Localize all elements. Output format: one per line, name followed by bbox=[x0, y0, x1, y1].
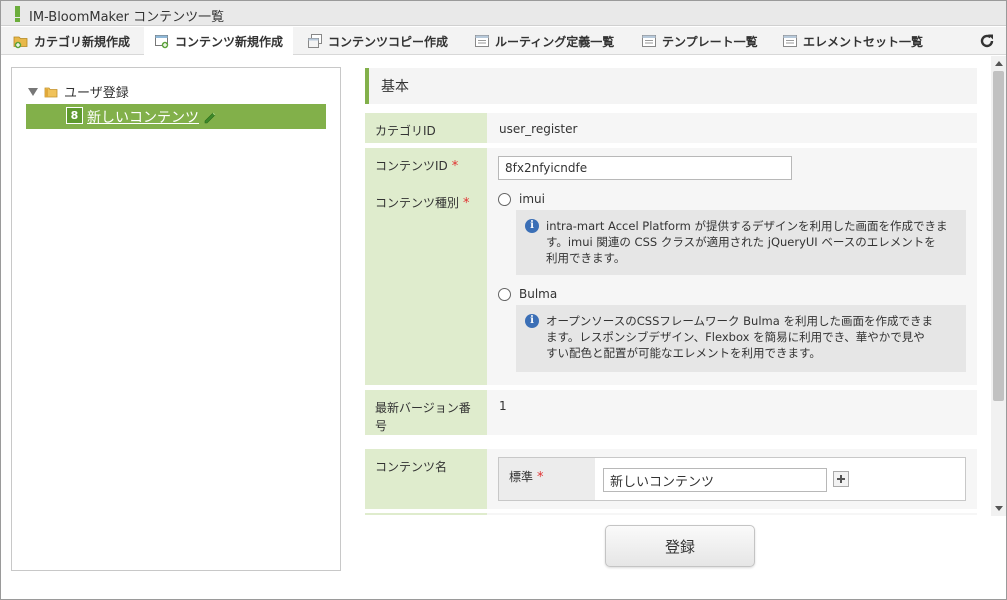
row-category-id: カテゴリID user_register bbox=[365, 113, 977, 143]
list-icon bbox=[642, 35, 656, 47]
category-id-value: user_register bbox=[499, 122, 578, 136]
copy-icon bbox=[308, 34, 322, 48]
info-icon: i bbox=[525, 219, 539, 233]
tree-node-selected[interactable]: 8 新しいコンテンツ bbox=[26, 104, 326, 129]
radio-imui[interactable]: imui bbox=[498, 192, 545, 206]
toolbar-content-copy[interactable]: コンテンツコピー作成 bbox=[307, 27, 448, 55]
toolbar-category-create[interactable]: カテゴリ新規作成 bbox=[13, 27, 130, 55]
latest-version-label: 最新バージョン番 号 bbox=[365, 390, 487, 435]
row-next bbox=[365, 513, 977, 515]
toolbar: カテゴリ新規作成 コンテンツ新規作成 コンテンツコピー作成 ルーティング定義一覧… bbox=[1, 27, 1006, 55]
reload-icon[interactable] bbox=[978, 32, 996, 50]
add-locale-icon[interactable] bbox=[833, 471, 849, 487]
toolbar-elementset-list[interactable]: エレメントセット一覧 bbox=[782, 27, 923, 55]
content-id-label: コンテンツID * bbox=[365, 148, 487, 185]
tree-node-root[interactable]: ユーザ登録 bbox=[28, 82, 129, 101]
tree-selected-label[interactable]: 新しいコンテンツ bbox=[87, 107, 199, 127]
list-icon bbox=[783, 35, 797, 47]
radio-button[interactable] bbox=[498, 192, 511, 206]
toolbar-label: ルーティング定義一覧 bbox=[495, 34, 615, 49]
folder-add-icon bbox=[13, 36, 28, 49]
scroll-up-icon[interactable] bbox=[995, 61, 1003, 66]
toolbar-content-create[interactable]: コンテンツ新規作成 bbox=[144, 27, 294, 55]
toolbar-label: コンテンツコピー作成 bbox=[328, 34, 449, 49]
content-name-group: 標準 * bbox=[498, 457, 966, 501]
folder-icon bbox=[44, 87, 58, 97]
info-bulma: i オープンソースのCSSフレームワーク Bulma を利用した画面を作成できま… bbox=[516, 305, 966, 372]
row-latest-version: 最新バージョン番 号 1 bbox=[365, 390, 977, 435]
window-title: IM-BloomMaker コンテンツ一覧 bbox=[29, 10, 225, 25]
locale-label: 標準 * bbox=[499, 458, 595, 500]
content-add-icon bbox=[155, 35, 169, 49]
register-button[interactable]: 登録 bbox=[605, 525, 755, 567]
toolbar-routing-list[interactable]: ルーティング定義一覧 bbox=[474, 27, 614, 55]
row-content-name: コンテンツ名 標準 * bbox=[365, 449, 977, 509]
section-title: 基本 bbox=[365, 68, 977, 104]
category-id-label: カテゴリID bbox=[365, 113, 487, 143]
content-id-input[interactable] bbox=[498, 156, 792, 180]
toolbar-label: テンプレート一覧 bbox=[662, 34, 758, 49]
toolbar-template-list[interactable]: テンプレート一覧 bbox=[641, 27, 758, 55]
toolbar-label: エレメントセット一覧 bbox=[803, 34, 924, 49]
required-mark: * bbox=[463, 196, 470, 211]
tree-root-label: ユーザ登録 bbox=[64, 86, 129, 101]
pencil-icon bbox=[204, 112, 216, 124]
scrollbar[interactable] bbox=[991, 56, 1006, 516]
required-mark: * bbox=[537, 470, 544, 485]
app-window: IM-BloomMaker コンテンツ一覧 カテゴリ新規作成 コンテンツ新規作成 bbox=[0, 0, 1007, 600]
content-name-label: コンテンツ名 bbox=[365, 449, 487, 509]
toolbar-label: カテゴリ新規作成 bbox=[34, 34, 131, 49]
row-content-id: コンテンツID * bbox=[365, 148, 977, 185]
toolbar-label: コンテンツ新規作成 bbox=[175, 34, 284, 49]
app-icon bbox=[15, 6, 20, 22]
title-bar: IM-BloomMaker コンテンツ一覧 bbox=[1, 1, 1006, 26]
scroll-thumb[interactable] bbox=[993, 71, 1004, 401]
expand-triangle-icon[interactable] bbox=[28, 87, 38, 96]
info-icon: i bbox=[525, 314, 539, 328]
category-tree: ユーザ登録 8 新しいコンテンツ bbox=[11, 67, 341, 571]
scroll-down-icon[interactable] bbox=[995, 506, 1003, 511]
latest-version-value: 1 bbox=[499, 399, 507, 413]
content-type-label: コンテンツ種別 * bbox=[365, 185, 487, 385]
content-type-badge: 8 bbox=[66, 107, 83, 124]
row-content-type: コンテンツ種別 * imui i intra-mart Accel Platfor… bbox=[365, 185, 977, 385]
content-form: カテゴリID user_register コンテンツID* コンテンツ種別* i… bbox=[365, 113, 977, 515]
radio-button[interactable] bbox=[498, 287, 511, 301]
info-imui: i intra-mart Accel Platform が提供するデザインを利用… bbox=[516, 210, 966, 275]
content-name-input[interactable] bbox=[603, 468, 827, 492]
radio-bulma[interactable]: Bulma bbox=[498, 287, 557, 301]
required-mark: * bbox=[451, 159, 459, 174]
list-icon bbox=[475, 35, 489, 47]
